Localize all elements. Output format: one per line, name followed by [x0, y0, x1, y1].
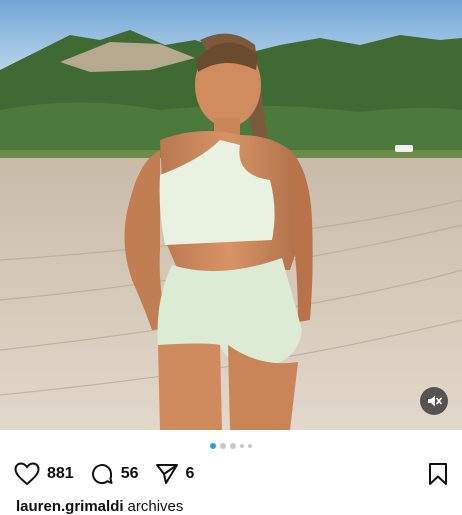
comment-count: 56 [120, 465, 139, 482]
comment-icon [91, 464, 113, 485]
post-actions: 881 56 6 [14, 460, 448, 488]
save-button[interactable] [428, 462, 448, 486]
like-button[interactable]: 881 [14, 462, 74, 486]
caption-username[interactable]: lauren.grimaldi [16, 498, 124, 515]
speaker-muted-icon [428, 395, 442, 407]
carousel-indicator [0, 442, 462, 450]
heart-icon [14, 462, 40, 486]
like-count: 881 [47, 465, 74, 482]
carousel-dot[interactable] [220, 443, 226, 449]
beach-photo [0, 0, 462, 430]
caption-text: archives [127, 498, 184, 515]
carousel-dot[interactable] [240, 444, 244, 448]
post-caption: lauren.grimaldi archives [16, 498, 183, 515]
comment-button[interactable]: 56 [90, 462, 139, 486]
carousel-dot[interactable] [230, 443, 236, 449]
share-button[interactable]: 6 [155, 462, 195, 486]
post-image[interactable] [0, 0, 462, 430]
mute-button[interactable] [420, 387, 448, 415]
carousel-dot[interactable] [210, 443, 216, 449]
share-count: 6 [185, 465, 195, 482]
send-icon [155, 464, 178, 484]
carousel-dot[interactable] [248, 444, 252, 448]
bookmark-icon [429, 463, 447, 485]
